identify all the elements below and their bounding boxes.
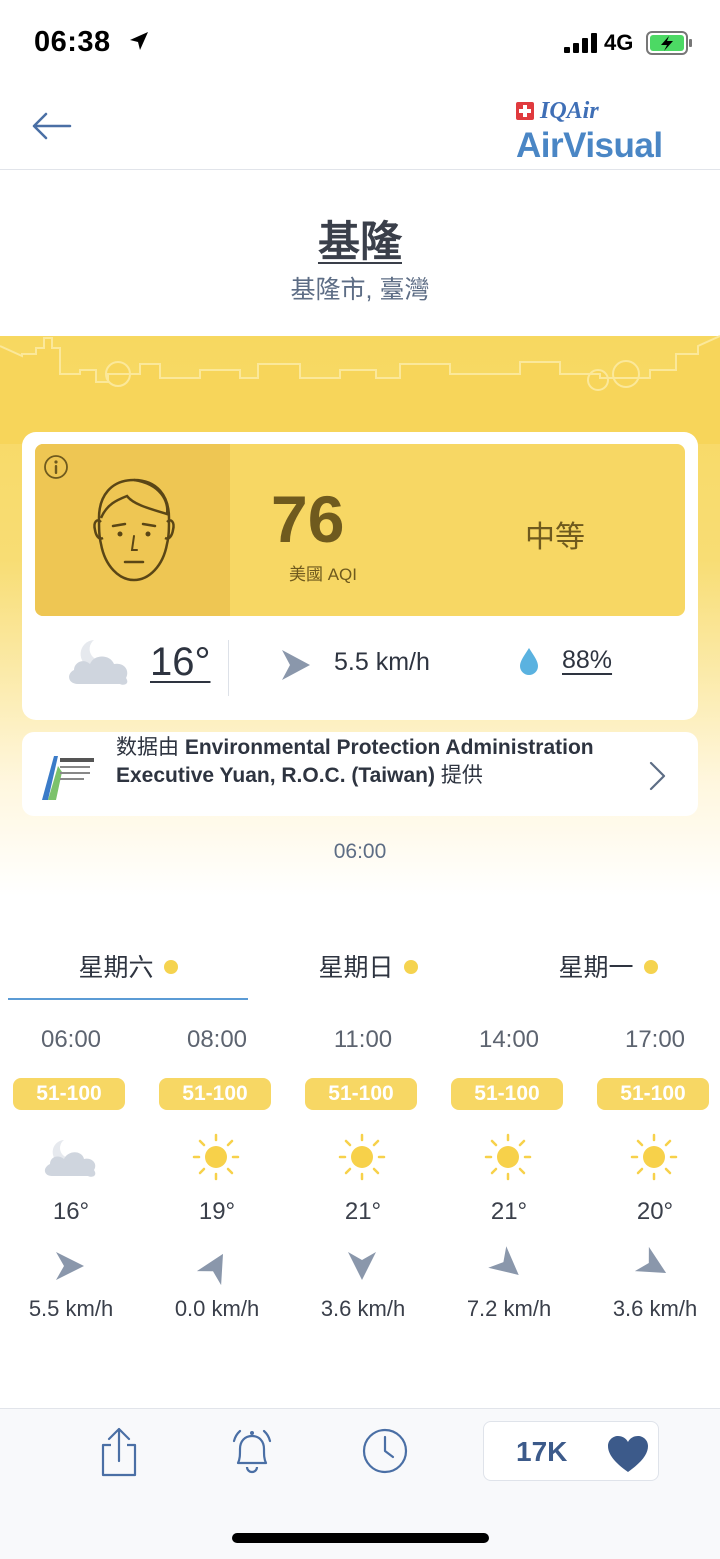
wind-direction-icon [348,1252,376,1280]
status-bar: 06:38 4G [0,0,720,88]
app-header: IQAir AirVisual [0,88,720,170]
hourly-temperature: 19° [198,1198,236,1225]
aqi-panel[interactable]: 76 美國 AQI 中等 [35,444,685,616]
aqi-dot-indicator [403,960,418,975]
data-source-suffix: 提供 [434,764,483,787]
data-source-prefix: 数据由 [116,736,185,759]
epa-logo-icon [35,743,99,807]
hourly-wind-speed: 7.2 km/h [466,1296,552,1321]
aqi-dot-indicator [643,960,658,975]
hourly-item[interactable]: 08:00 51-100 19° 0.0 km/h [144,1020,290,1340]
logo-airvisual-text: AirVisual [516,126,663,165]
tab-day-1[interactable]: 星期六 [8,936,248,996]
home-indicator [232,1533,489,1543]
likes-count: 17K [516,1436,568,1467]
hourly-wind-speed: 3.6 km/h [612,1296,698,1321]
hourly-time: 17:00 [624,1026,686,1053]
last-update-time: 06:00 [333,840,387,863]
wind-direction-icon [634,1246,667,1273]
partly-cloudy-night-icon [69,640,128,685]
current-wind-speed: 5.5 km/h [334,648,430,676]
hourly-wind-speed: 3.6 km/h [320,1296,406,1321]
partly-cloudy-night-icon [44,1140,96,1177]
active-tab-underline [8,998,248,1000]
neutral-face-icon [93,478,175,582]
wind-direction-icon [282,650,310,680]
aqi-value: 76 [271,482,345,556]
hourly-item[interactable]: 06:00 51-100 16° 5.5 km/h [0,1020,144,1340]
chevron-right-icon [649,761,666,791]
water-drop-icon [520,648,538,675]
aqi-level-label: 中等 [525,521,585,554]
share-icon[interactable] [93,1425,145,1477]
tab-label: 星期一 [558,954,634,982]
aqi-dot-indicator [163,960,178,975]
sun-icon [630,1133,678,1181]
hourly-forecast: 06:00 51-100 16° 5.5 km/h 08:00 51-100 1… [0,1020,720,1340]
sun-icon [192,1133,240,1181]
hourly-temperature: 16° [52,1198,90,1225]
hourly-temperature: 21° [490,1198,528,1225]
favorite-button[interactable]: 17K [483,1421,659,1481]
location-arrow-icon [130,32,148,50]
hourly-aqi-badge: 51-100 [597,1078,709,1110]
iqair-airvisual-logo: IQAir AirVisual [516,96,686,165]
tab-label: 星期六 [78,954,154,982]
heart-icon [608,1436,648,1472]
hourly-time: 06:00 [40,1026,102,1053]
current-humidity[interactable]: 88% [562,646,612,675]
aqi-unit-label: 美國 AQI [289,565,358,584]
wind-direction-icon [196,1253,223,1286]
hourly-time: 08:00 [186,1026,248,1053]
hourly-wind-speed: 0.0 km/h [174,1296,260,1321]
hourly-aqi-badge: 51-100 [305,1078,417,1110]
hourly-temperature: 20° [636,1198,674,1225]
sun-icon [338,1133,386,1181]
bell-alert-icon[interactable] [226,1425,278,1477]
city-skyline-illustration [0,335,720,444]
aqi-card: 76 美國 AQI 中等 16° 5.5 km/h 88% [22,432,698,720]
weather-divider [228,640,229,696]
tab-day-2[interactable]: 星期日 [248,936,488,996]
data-source-name: Environmental Protection Administration … [116,736,594,787]
hourly-aqi-badge: 51-100 [451,1078,563,1110]
swiss-flag-icon [516,102,534,120]
forecast-day-tabs: 星期六 星期日 星期一 [0,936,720,1002]
current-temperature[interactable]: 16° [150,640,211,685]
hourly-aqi-badge: 51-100 [159,1078,271,1110]
city-name[interactable]: 基隆 [0,208,720,269]
hourly-time: 14:00 [478,1026,540,1053]
tab-label: 星期日 [318,954,394,982]
battery-charging-icon [646,31,692,55]
signal-bars-icon [564,33,597,53]
status-time: 06:38 [34,26,111,58]
city-region: 基隆市, 臺灣 [290,276,430,304]
network-type: 4G [604,30,634,55]
data-source-card[interactable]: 数据由 Environmental Protection Administrat… [22,732,698,816]
hourly-item[interactable]: 14:00 51-100 21° 7.2 km/h [436,1020,582,1340]
wind-direction-icon [56,1252,84,1280]
hourly-aqi-badge: 51-100 [13,1078,125,1110]
aqi-face-panel [35,444,230,616]
sun-icon [484,1133,532,1181]
hourly-item[interactable]: 11:00 51-100 21° 3.6 km/h [290,1020,436,1340]
tab-day-3[interactable]: 星期一 [488,936,720,996]
hourly-item[interactable]: 17:00 51-100 20° 3.6 km/h [582,1020,720,1340]
bottom-toolbar: 17K [0,1408,720,1559]
hourly-wind-speed: 5.5 km/h [28,1296,114,1321]
info-icon[interactable] [43,454,69,480]
back-arrow-icon[interactable] [26,104,76,148]
hourly-temperature: 21° [344,1198,382,1225]
hourly-time: 11:00 [333,1026,393,1053]
logo-iqair-text: IQAir [540,98,599,124]
clock-icon[interactable] [359,1425,411,1477]
data-source-text: 数据由 Environmental Protection Administrat… [116,734,636,790]
wind-direction-icon [488,1246,519,1275]
current-weather-row: 16° 5.5 km/h 88% [22,624,698,714]
